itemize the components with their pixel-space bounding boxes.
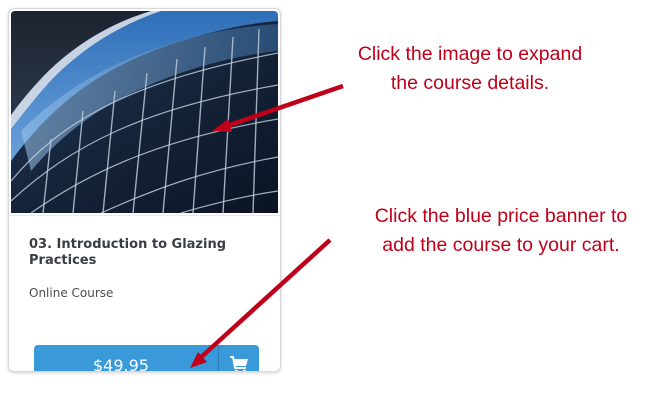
card-divider [9, 215, 280, 216]
course-title[interactable]: 03. Introduction to Glazing Practices [29, 237, 264, 269]
add-to-cart-button[interactable] [219, 345, 259, 371]
price-note-line-1: Click the blue price banner to [374, 205, 628, 227]
price-label[interactable]: $49.95 [34, 356, 218, 372]
shopping-cart-icon [230, 356, 248, 371]
image-instruction-note: Click the image to expand the course det… [320, 40, 620, 98]
price-banner[interactable]: $49.95 [34, 345, 259, 372]
image-note-line-1: Click the image to expand [357, 43, 583, 65]
price-instruction-note: Click the blue price banner to add the c… [340, 202, 662, 260]
building-photo [11, 11, 278, 213]
tutorial-screenshot: 03. Introduction to Glazing Practices On… [0, 0, 670, 404]
image-note-line-2: the course details. [390, 72, 550, 94]
course-image[interactable] [11, 11, 278, 213]
price-note-line-2: add the course to your cart. [382, 234, 620, 256]
course-card[interactable]: 03. Introduction to Glazing Practices On… [8, 8, 281, 372]
course-type-label: Online Course [29, 286, 114, 300]
